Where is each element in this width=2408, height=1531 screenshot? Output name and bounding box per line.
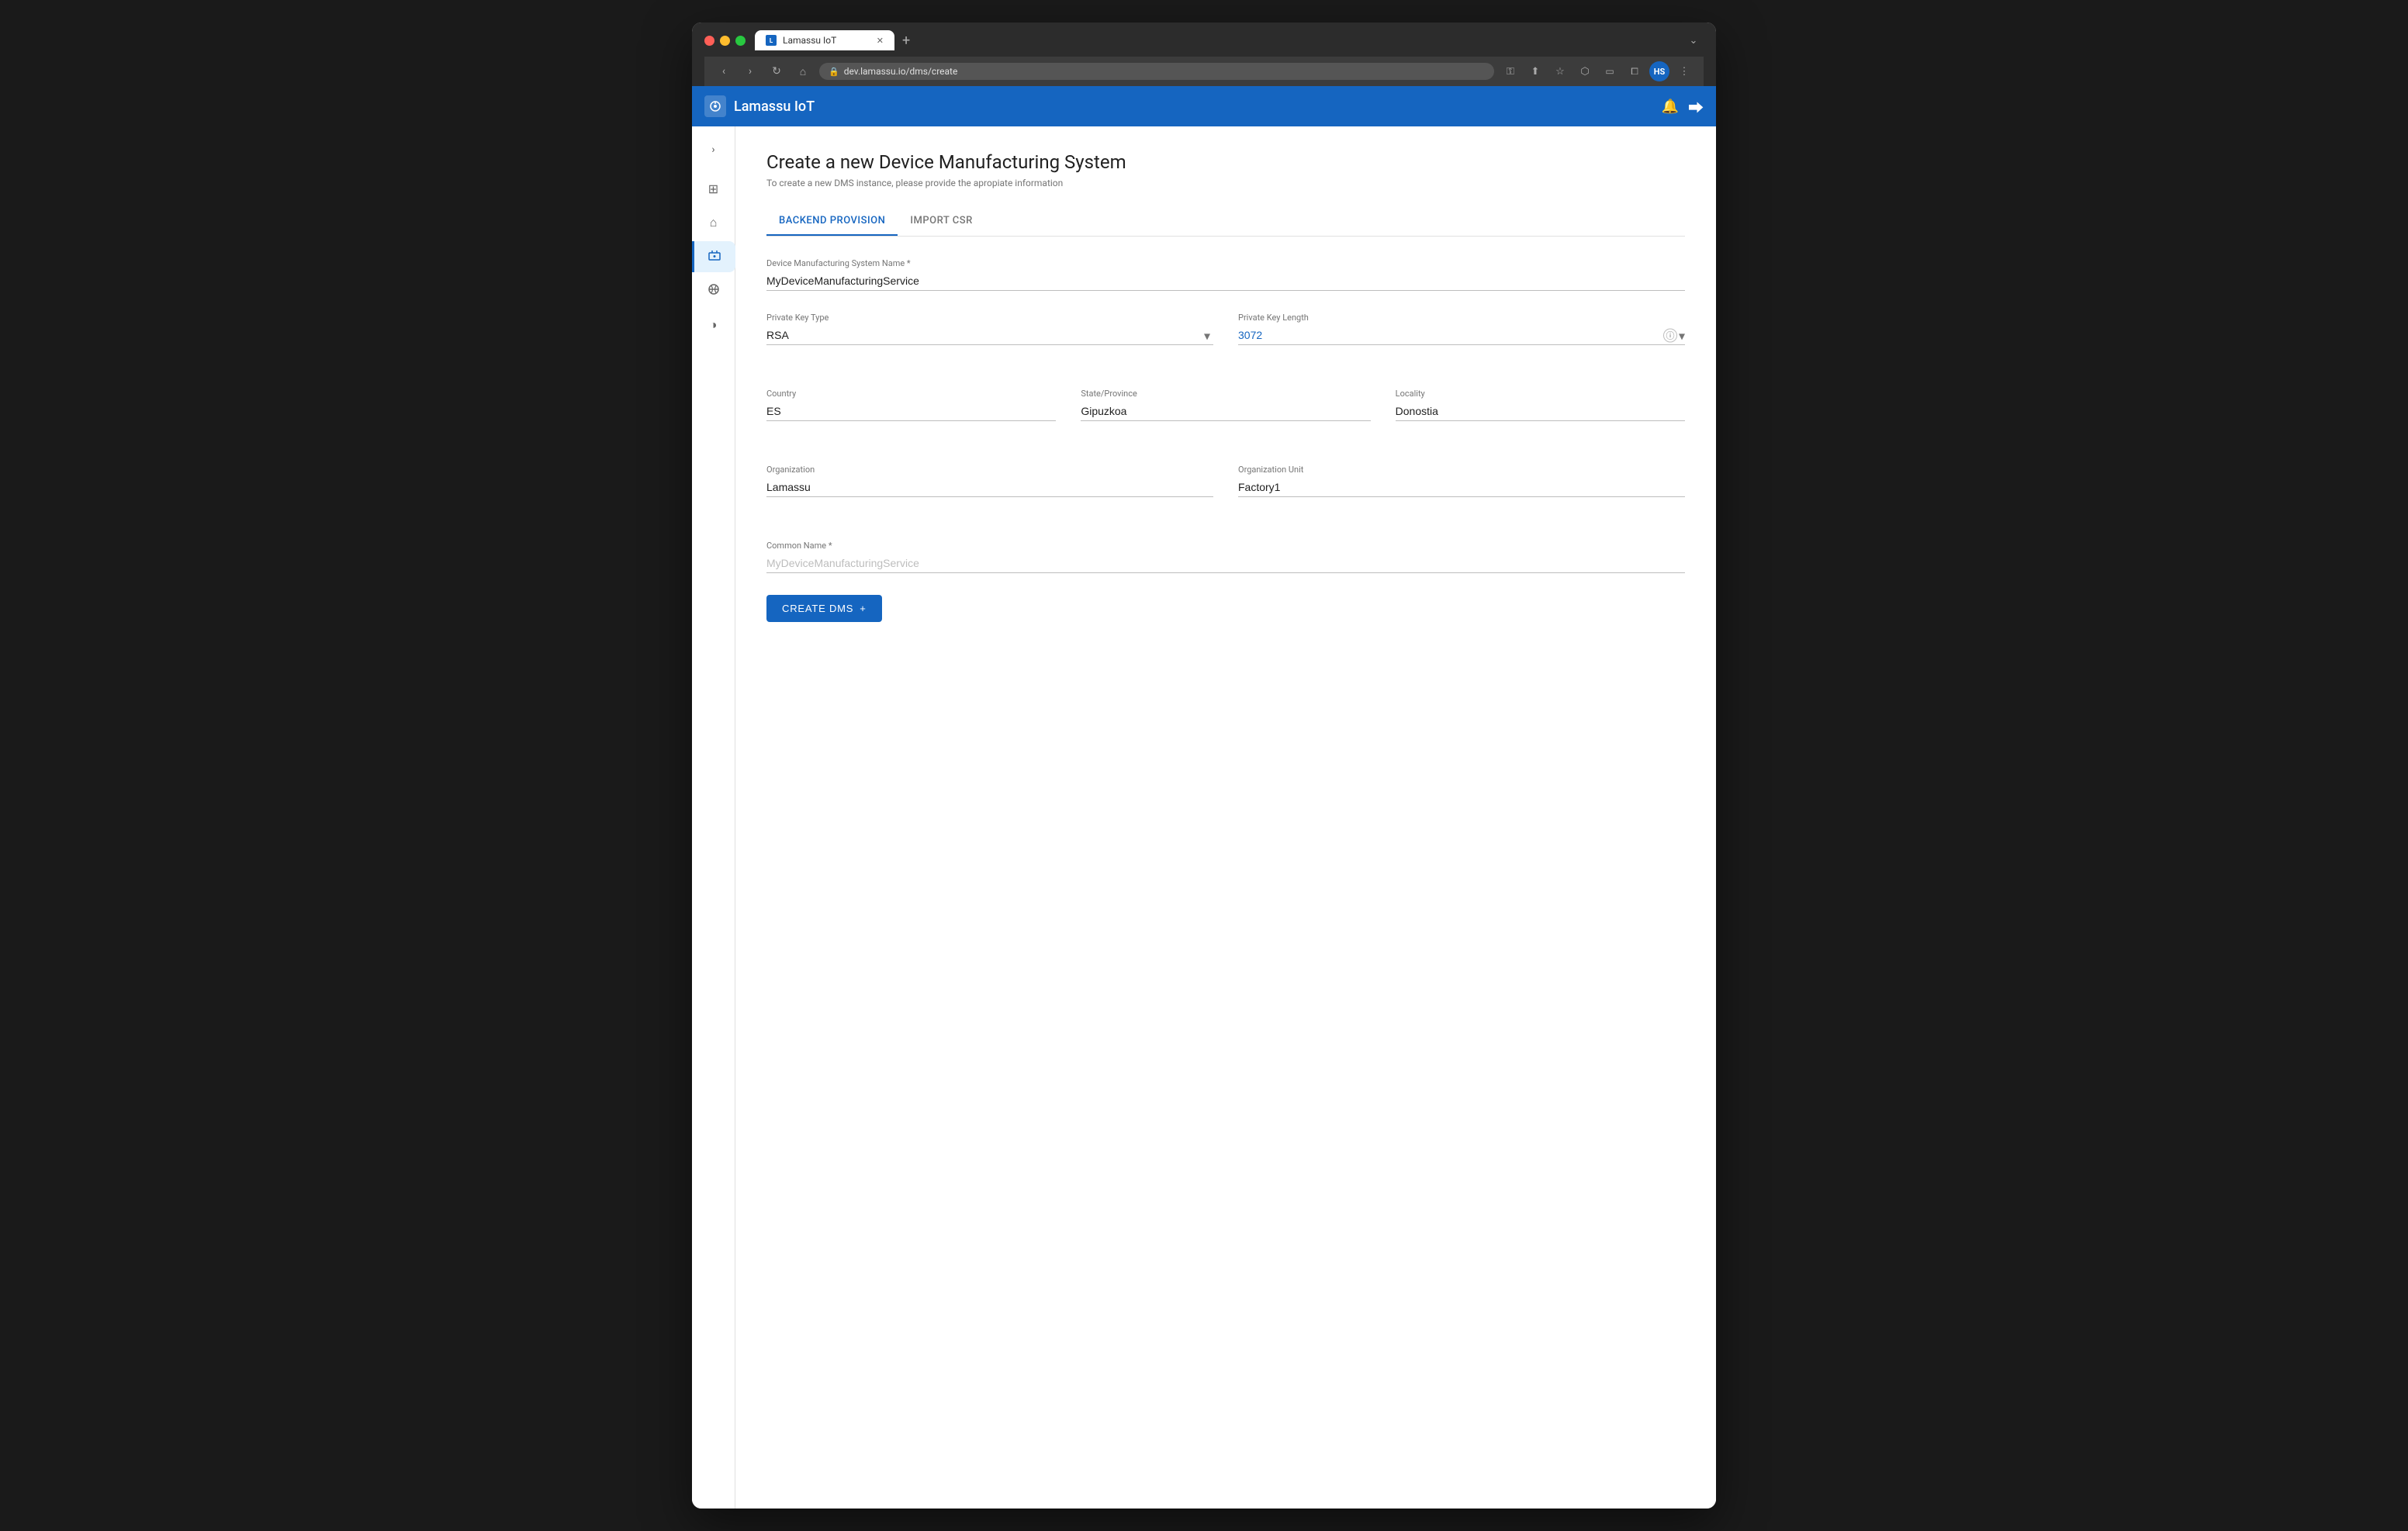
organization-field: Organization <box>766 465 1213 497</box>
key-icon[interactable]: ⚿ <box>1500 61 1521 81</box>
private-key-type-label: Private Key Type <box>766 313 1213 323</box>
network-icon <box>707 282 721 299</box>
locality-label: Locality <box>1396 389 1685 399</box>
reload-button[interactable]: ↻ <box>766 61 787 81</box>
location-row: Country State/Province Locality <box>766 389 1685 443</box>
logout-icon[interactable]: ⮕ <box>1688 95 1704 118</box>
url-text: dev.lamassu.io/dms/create <box>844 66 958 77</box>
app-header-actions: 🔔 ⮕ <box>1662 95 1704 118</box>
sidebar-item-devices[interactable] <box>692 241 735 272</box>
private-key-type-select-wrapper: RSA EC ▾ <box>766 326 1213 345</box>
browser-tab-lamassu[interactable]: L Lamassu IoT ✕ <box>755 30 894 50</box>
devices-icon <box>708 248 721 265</box>
private-key-type-field: Private Key Type RSA EC ▾ <box>766 313 1213 345</box>
sidebar: › ⊞ ⌂ <box>692 126 735 1509</box>
key-length-info-icon[interactable]: ⓘ <box>1663 329 1677 343</box>
upload-icon[interactable]: ⬆ <box>1525 61 1545 81</box>
key-row: Private Key Type RSA EC ▾ Private Key Le… <box>766 313 1685 367</box>
private-key-length-label: Private Key Length <box>1238 313 1685 323</box>
extensions-icon[interactable]: ⬡ <box>1575 61 1595 81</box>
locality-field: Locality <box>1396 389 1685 421</box>
form-section: Device Manufacturing System Name * Priva… <box>766 258 1685 622</box>
browser-menu-button[interactable]: ⌄ <box>1683 30 1704 50</box>
ssl-lock-icon: 🔒 <box>829 67 839 77</box>
browser-chrome: L Lamassu IoT ✕ + ⌄ ‹ › ↻ ⌂ 🔒 dev.lamass… <box>692 22 1716 86</box>
page-title: Create a new Device Manufacturing System <box>766 151 1685 173</box>
country-input[interactable] <box>766 402 1056 421</box>
organization-label: Organization <box>766 465 1213 475</box>
common-name-input[interactable] <box>766 554 1685 573</box>
common-name-field: Common Name * <box>766 541 1685 573</box>
tab-favicon: L <box>766 35 777 46</box>
org-unit-input[interactable] <box>1238 478 1685 497</box>
user-avatar[interactable]: HS <box>1649 61 1669 81</box>
key-length-dropdown-icon[interactable]: ▾ <box>1679 328 1685 343</box>
buildings-icon: ⌂ <box>710 215 718 230</box>
private-key-type-select[interactable]: RSA EC <box>766 326 1213 345</box>
dms-name-field: Device Manufacturing System Name * <box>766 258 1685 291</box>
main-content: Create a new Device Manufacturing System… <box>735 126 1716 1509</box>
back-button[interactable]: ‹ <box>714 61 734 81</box>
address-bar[interactable]: 🔒 dev.lamassu.io/dms/create <box>819 63 1494 80</box>
dms-name-input[interactable] <box>766 271 1685 291</box>
sidebar-toggle-button[interactable]: › <box>700 136 728 164</box>
org-unit-label: Organization Unit <box>1238 465 1685 475</box>
sidebar-item-moon[interactable]: ◑ <box>698 309 729 340</box>
app-title: Lamassu IoT <box>734 98 815 115</box>
private-key-length-field: Private Key Length ⓘ ▾ <box>1238 313 1685 345</box>
create-dms-label: CREATE DMS <box>782 603 853 614</box>
split-view-icon[interactable]: ⧠ <box>1624 61 1645 81</box>
close-window-button[interactable] <box>704 36 714 46</box>
forward-button[interactable]: › <box>740 61 760 81</box>
country-label: Country <box>766 389 1056 399</box>
app-header: Lamassu IoT 🔔 ⮕ <box>692 86 1716 126</box>
app-logo-icon <box>704 95 726 117</box>
minimize-window-button[interactable] <box>720 36 730 46</box>
organization-input[interactable] <box>766 478 1213 497</box>
sidebar-item-buildings[interactable]: ⌂ <box>698 207 729 238</box>
create-dms-plus-icon: + <box>860 603 866 614</box>
browser-top-bar: L Lamassu IoT ✕ + ⌄ <box>704 30 1704 50</box>
dashboard-icon: ⊞ <box>708 181 718 196</box>
state-label: State/Province <box>1081 389 1370 399</box>
tab-import-csr[interactable]: IMPORT CSR <box>898 207 984 236</box>
app-layout: Lamassu IoT 🔔 ⮕ › ⊞ ⌂ <box>692 86 1716 1509</box>
app-logo: Lamassu IoT <box>704 95 815 117</box>
browser-nav-bar: ‹ › ↻ ⌂ 🔒 dev.lamassu.io/dms/create ⚿ ⬆ … <box>704 57 1704 86</box>
key-length-actions: ⓘ ▾ <box>1663 328 1685 343</box>
page-subtitle: To create a new DMS instance, please pro… <box>766 178 1685 188</box>
country-field: Country <box>766 389 1056 421</box>
traffic-lights <box>704 36 746 46</box>
app-body: › ⊞ ⌂ <box>692 126 1716 1509</box>
tab-close-button[interactable]: ✕ <box>877 36 884 46</box>
sidebar-item-network[interactable] <box>698 275 729 306</box>
notification-bell-icon[interactable]: 🔔 <box>1662 98 1679 115</box>
bookmark-star-icon[interactable]: ☆ <box>1550 61 1570 81</box>
tab-title: Lamassu IoT <box>783 35 836 46</box>
tab-backend-provision[interactable]: BACKEND PROVISION <box>766 207 898 236</box>
new-tab-button[interactable]: + <box>898 33 915 49</box>
common-name-label: Common Name * <box>766 541 1685 551</box>
org-unit-field: Organization Unit <box>1238 465 1685 497</box>
browser-menu-dots[interactable]: ⋮ <box>1674 61 1694 81</box>
private-key-length-wrapper: ⓘ ▾ <box>1238 326 1685 345</box>
home-button[interactable]: ⌂ <box>793 61 813 81</box>
create-dms-button[interactable]: CREATE DMS + <box>766 595 882 622</box>
private-key-length-input[interactable] <box>1238 326 1685 345</box>
org-row: Organization Organization Unit <box>766 465 1685 519</box>
tab-bar: L Lamassu IoT ✕ + <box>755 30 1674 50</box>
browser-window: L Lamassu IoT ✕ + ⌄ ‹ › ↻ ⌂ 🔒 dev.lamass… <box>692 22 1716 1509</box>
dms-name-label: Device Manufacturing System Name * <box>766 258 1685 268</box>
sidebar-item-dashboard[interactable]: ⊞ <box>698 173 729 204</box>
maximize-window-button[interactable] <box>735 36 746 46</box>
moon-icon: ◑ <box>710 317 718 333</box>
state-field: State/Province <box>1081 389 1370 421</box>
nav-actions: ⚿ ⬆ ☆ ⬡ ▭ ⧠ HS ⋮ <box>1500 61 1694 81</box>
state-input[interactable] <box>1081 402 1370 421</box>
locality-input[interactable] <box>1396 402 1685 421</box>
tabs: BACKEND PROVISION IMPORT CSR <box>766 207 1685 237</box>
cast-icon: ▭ <box>1600 61 1620 81</box>
